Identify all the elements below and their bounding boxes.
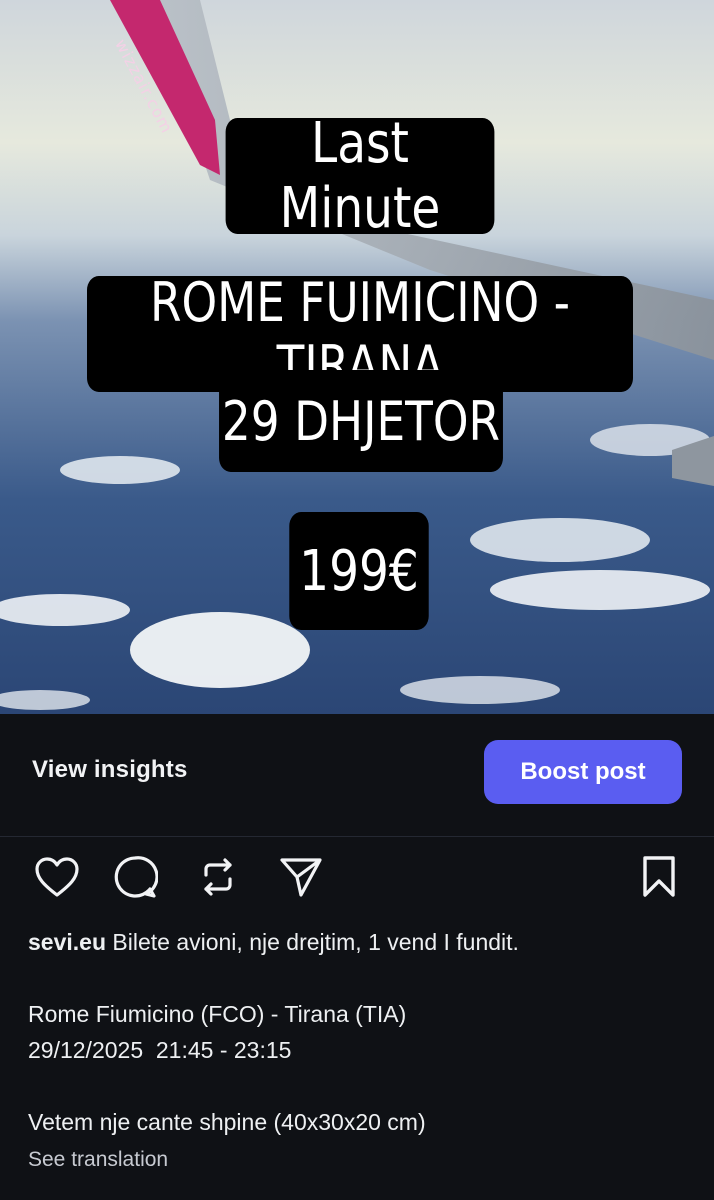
overlay-title-text: Last Minute — [279, 111, 441, 241]
share-icon[interactable] — [276, 852, 326, 902]
see-translation-link[interactable]: See translation — [28, 1142, 688, 1178]
heart-icon[interactable] — [32, 852, 82, 902]
boost-post-button[interactable]: Boost post — [484, 740, 682, 804]
view-insights-link[interactable]: View insights — [32, 756, 188, 784]
overlay-title: Last Minute — [225, 111, 495, 241]
comment-icon[interactable] — [110, 852, 160, 902]
bookmark-icon[interactable] — [634, 852, 684, 902]
caption-baggage: Vetem nje cante shpine (40x30x20 cm) — [28, 1109, 426, 1135]
reaction-icons-row — [0, 852, 714, 904]
caption-first-line: sevi.eu Bilete avioni, nje drejtim, 1 ve… — [28, 924, 688, 960]
caption-route: Rome Fiumicino (FCO) - Tirana (TIA) — [28, 1001, 407, 1027]
overlay-date-text: 29 DHJETOR — [221, 389, 501, 453]
caption-text: Bilete avioni, nje drejtim, 1 vend I fun… — [112, 929, 519, 955]
overlay-price: 199€ — [289, 512, 429, 630]
post-image[interactable]: wizzair.com Last Minute ROME FUIMICINO -… — [0, 0, 714, 714]
caption-username[interactable]: sevi.eu — [28, 929, 106, 955]
overlay-date: 29 DHJETOR — [219, 370, 503, 472]
post-actions-bar: View insights Boost post — [0, 714, 714, 837]
post-caption: sevi.eu Bilete avioni, nje drejtim, 1 ve… — [28, 924, 688, 1178]
repost-icon[interactable] — [193, 852, 243, 902]
caption-datetime: 29/12/2025 21:45 - 23:15 — [28, 1037, 292, 1063]
overlay-price-text: 199€ — [299, 538, 419, 604]
